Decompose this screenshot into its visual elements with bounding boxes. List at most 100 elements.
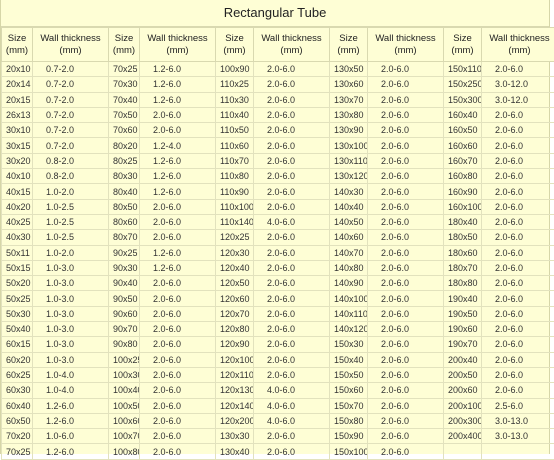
size-cell: 110x90	[216, 184, 254, 199]
wall-thickness-cell: 2.0-6.0	[482, 153, 554, 168]
size-cell: 140x100	[330, 291, 368, 306]
size-cell: 80x70	[109, 230, 140, 245]
wall-thickness-cell: 0.7-2.0	[33, 123, 109, 138]
table-header: Size(mm)Wall thickness(mm)Size(mm)Wall t…	[2, 28, 554, 62]
size-cell: 90x60	[109, 306, 140, 321]
size-cell: 180x80	[444, 276, 482, 291]
size-cell: 50x15	[2, 260, 33, 275]
wall-thickness-cell: 2.0-6.0	[482, 383, 554, 398]
wall-thickness-cell: 2.0-6.0	[482, 123, 554, 138]
wall-thickness-cell: 0.8-2.0	[33, 153, 109, 168]
size-cell: 160x90	[444, 184, 482, 199]
size-cell: 120x130	[216, 383, 254, 398]
size-cell: 40x30	[2, 230, 33, 245]
wall-thickness-cell: 2.0-6.0	[140, 276, 216, 291]
size-cell: 200x400	[444, 429, 482, 444]
table-row: 60x201.0-3.0100x252.0-6.0120x1002.0-6.01…	[2, 352, 554, 367]
size-cell: 50x30	[2, 306, 33, 321]
size-cell: 130x110	[330, 153, 368, 168]
size-cell: 200x40	[444, 352, 482, 367]
size-cell: 150x50	[330, 367, 368, 382]
size-cell: 120x100	[216, 352, 254, 367]
wall-thickness-cell: 2.0-6.0	[482, 337, 554, 352]
size-cell: 60x15	[2, 337, 33, 352]
wall-thickness-cell: 2.0-6.0	[368, 169, 444, 184]
wall-thickness-column-header: Wall thickness(mm)	[368, 28, 444, 62]
size-cell: 160x40	[444, 107, 482, 122]
wall-thickness-cell: 0.7-2.0	[33, 138, 109, 153]
size-cell: 80x25	[109, 153, 140, 168]
size-cell: 80x50	[109, 199, 140, 214]
wall-thickness-cell: 2.0-6.0	[254, 153, 330, 168]
wall-thickness-cell: 2.0-6.0	[140, 413, 216, 428]
wall-thickness-cell: 4.0-6.0	[254, 398, 330, 413]
wall-thickness-cell: 2.0-6.0	[368, 398, 444, 413]
wall-thickness-cell: 2.0-6.0	[368, 123, 444, 138]
size-cell: 60x20	[2, 352, 33, 367]
rectangular-tube-sheet: Rectangular Tube Size(mm)Wall thickness(…	[0, 0, 550, 454]
wall-thickness-cell: 1.2-6.0	[140, 62, 216, 77]
wall-thickness-cell: 2.0-6.0	[140, 214, 216, 229]
wall-thickness-cell: 3.0-12.0	[482, 92, 554, 107]
size-cell: 150x70	[330, 398, 368, 413]
size-cell: 200x300	[444, 413, 482, 428]
size-cell: 100x30	[109, 367, 140, 382]
size-cell: 160x60	[444, 138, 482, 153]
size-cell: 110x60	[216, 138, 254, 153]
table-row: 40x301.0-2.580x702.0-6.0120x252.0-6.0140…	[2, 230, 554, 245]
size-cell: 140x70	[330, 245, 368, 260]
wall-thickness-cell: 2.0-6.0	[140, 337, 216, 352]
wall-thickness-cell: 1.2-6.0	[33, 398, 109, 413]
wall-thickness-cell: 2.0-6.0	[140, 444, 216, 459]
wall-thickness-cell: 2.0-6.0	[254, 367, 330, 382]
size-cell: 60x40	[2, 398, 33, 413]
wall-thickness-column-header: Wall thickness(mm)	[482, 28, 554, 62]
size-column-header: Size(mm)	[330, 28, 368, 62]
wall-thickness-cell: 2.0-6.0	[140, 352, 216, 367]
size-cell: 190x70	[444, 337, 482, 352]
wall-thickness-cell: 2.0-6.0	[482, 169, 554, 184]
size-cell: 140x30	[330, 184, 368, 199]
size-cell: 200x60	[444, 383, 482, 398]
wall-thickness-cell: 4.0-6.0	[254, 383, 330, 398]
size-cell: 120x40	[216, 260, 254, 275]
wall-thickness-cell: 2.0-6.0	[482, 352, 554, 367]
wall-thickness-cell: 2.0-6.0	[368, 260, 444, 275]
wall-thickness-cell: 1.2-4.0	[140, 138, 216, 153]
wall-thickness-cell: 2.0-6.0	[368, 107, 444, 122]
size-cell: 140x60	[330, 230, 368, 245]
size-cell: 200x50	[444, 367, 482, 382]
size-cell: 60x50	[2, 413, 33, 428]
size-cell: 50x40	[2, 322, 33, 337]
wall-thickness-cell: 2.0-6.0	[254, 199, 330, 214]
wall-thickness-cell: 1.0-2.5	[33, 230, 109, 245]
wall-thickness-cell: 2.0-6.0	[254, 138, 330, 153]
size-cell: 110x100	[216, 199, 254, 214]
wall-thickness-cell: 2.0-6.0	[368, 92, 444, 107]
size-cell: 100x25	[109, 352, 140, 367]
size-cell: 70x20	[2, 429, 33, 444]
wall-thickness-cell: 2.0-6.0	[482, 276, 554, 291]
size-cell: 100x40	[109, 383, 140, 398]
wall-thickness-cell: 2.0-6.0	[368, 138, 444, 153]
size-cell: 110x80	[216, 169, 254, 184]
wall-thickness-cell: 2.0-6.0	[368, 429, 444, 444]
table-row: 60x151.0-3.090x802.0-6.0120x902.0-6.0150…	[2, 337, 554, 352]
size-cell: 130x60	[330, 77, 368, 92]
wall-thickness-cell: 2.0-6.0	[368, 230, 444, 245]
size-cell: 90x50	[109, 291, 140, 306]
table-row: 30x100.7-2.070x602.0-6.0110x502.0-6.0130…	[2, 123, 554, 138]
size-column-header: Size(mm)	[2, 28, 33, 62]
wall-thickness-cell: 1.0-4.0	[33, 367, 109, 382]
size-cell: 140x40	[330, 199, 368, 214]
wall-thickness-cell: 1.2-6.0	[33, 413, 109, 428]
size-cell: 60x30	[2, 383, 33, 398]
size-cell: 110x50	[216, 123, 254, 138]
size-cell: 40x20	[2, 199, 33, 214]
wall-thickness-cell: 2.0-6.0	[482, 260, 554, 275]
wall-thickness-cell: 2.0-6.0	[368, 322, 444, 337]
size-cell: 90x40	[109, 276, 140, 291]
size-cell: 190x40	[444, 291, 482, 306]
wall-thickness-cell: 2.0-6.0	[254, 77, 330, 92]
table-row: 30x150.7-2.080x201.2-4.0110x602.0-6.0130…	[2, 138, 554, 153]
